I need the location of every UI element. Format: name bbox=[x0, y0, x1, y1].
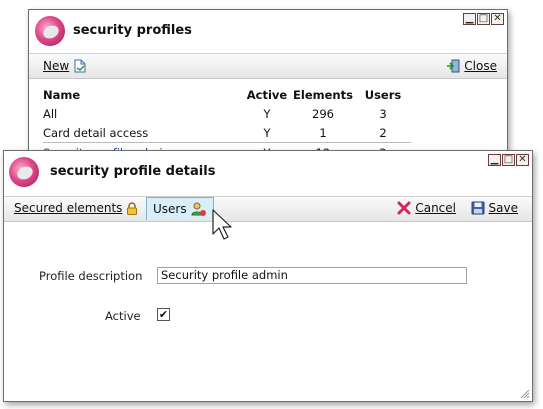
minimize-icon[interactable]: ▁ bbox=[488, 154, 501, 166]
profile-description-input[interactable]: Security profile admin bbox=[157, 267, 467, 284]
tab-label: Users bbox=[153, 202, 187, 216]
row-users: 2 bbox=[379, 125, 387, 140]
close-label: Close bbox=[464, 59, 497, 73]
row-elements: 296 bbox=[312, 106, 334, 121]
close-icon[interactable]: ✕ bbox=[491, 13, 504, 25]
column-header[interactable]: Users bbox=[355, 86, 411, 104]
tab-secured-elements[interactable]: Secured elements bbox=[8, 197, 144, 219]
window-controls: ▁ □ ✕ bbox=[463, 13, 504, 25]
table-row[interactable]: Card detail access Y 1 2 bbox=[43, 123, 411, 143]
tab-users[interactable]: Users bbox=[146, 197, 214, 220]
row-active: Y bbox=[263, 125, 271, 140]
new-label: New bbox=[43, 59, 70, 73]
column-header[interactable]: Elements bbox=[291, 86, 355, 104]
row-active: Y bbox=[263, 106, 271, 121]
users-icon bbox=[191, 202, 206, 216]
cancel-label: Cancel bbox=[415, 201, 456, 215]
minimize-icon[interactable]: ▁ bbox=[463, 13, 476, 25]
close-button[interactable]: Close bbox=[446, 59, 497, 73]
mouse-cursor-icon bbox=[212, 209, 232, 240]
column-header[interactable]: Active bbox=[243, 86, 291, 104]
security-profile-details-window: security profile details ▁ □ ✕ Secured e… bbox=[3, 150, 533, 402]
titlebar[interactable]: security profiles ▁ □ ✕ bbox=[29, 10, 507, 50]
maximize-icon[interactable]: □ bbox=[477, 13, 490, 25]
app-logo-icon bbox=[9, 157, 39, 187]
resize-grip-icon[interactable] bbox=[520, 389, 530, 399]
save-label: Save bbox=[488, 201, 518, 215]
floppy-disk-icon bbox=[471, 201, 485, 215]
cancel-x-icon bbox=[397, 201, 411, 215]
window-title: security profiles bbox=[73, 23, 192, 38]
app-logo-icon bbox=[35, 16, 65, 46]
row-users: 3 bbox=[379, 106, 387, 121]
save-button[interactable]: Save bbox=[471, 201, 518, 215]
close-icon[interactable]: ✕ bbox=[516, 154, 529, 166]
row-elements: 1 bbox=[319, 125, 327, 140]
maximize-icon[interactable]: □ bbox=[502, 154, 515, 166]
window-controls: ▁ □ ✕ bbox=[488, 154, 529, 166]
row-name: Card detail access bbox=[43, 125, 149, 140]
column-header[interactable]: Name bbox=[43, 86, 243, 104]
tab-label: Secured elements bbox=[14, 201, 123, 215]
security-profiles-window: security profiles ▁ □ ✕ New Close Name A… bbox=[28, 9, 508, 161]
titlebar[interactable]: security profile details ▁ □ ✕ bbox=[4, 151, 532, 191]
cancel-button[interactable]: Cancel bbox=[397, 201, 456, 215]
exit-door-icon bbox=[447, 59, 460, 73]
row-name: All bbox=[43, 106, 58, 121]
new-document-icon bbox=[74, 59, 86, 73]
new-button[interactable]: New bbox=[43, 59, 87, 73]
profile-description-label: Profile description bbox=[39, 269, 143, 283]
toolbar: New Close bbox=[29, 53, 507, 79]
active-checkbox[interactable]: ✔ bbox=[157, 308, 170, 321]
padlock-icon bbox=[127, 201, 138, 215]
table-row[interactable]: All Y 296 3 bbox=[43, 104, 411, 123]
window-title: security profile details bbox=[50, 164, 216, 179]
active-label: Active bbox=[105, 309, 141, 323]
